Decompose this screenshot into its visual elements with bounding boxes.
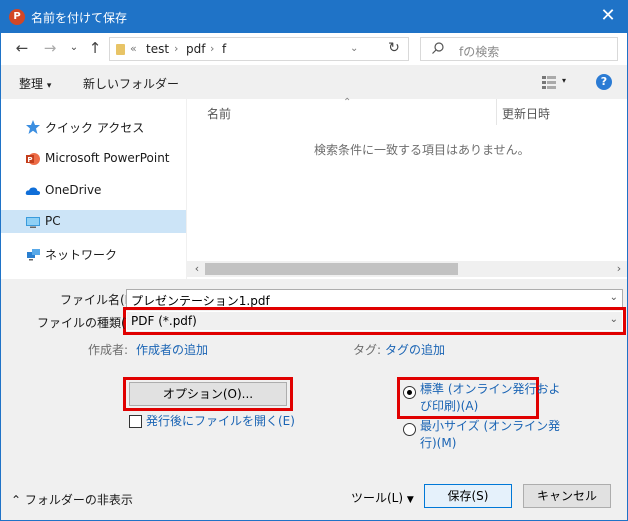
breadcrumb-separator-icon[interactable]: › [174,42,178,55]
navigation-pane: クイック アクセス P Microsoft PowerPoint OneDriv… [1,99,187,279]
column-header-date[interactable]: 更新日時 [502,105,550,122]
browser-pane: クイック アクセス P Microsoft PowerPoint OneDriv… [1,97,627,279]
nav-item-powerpoint[interactable]: P Microsoft PowerPoint [1,147,186,170]
star-icon [26,120,40,134]
breadcrumb-f[interactable]: f [222,42,226,56]
empty-list-message: 検索条件に一致する項目はありません。 [314,143,530,157]
column-header-name[interactable]: 名前 [207,105,231,122]
optimize-standard-label-line2[interactable]: び印刷)(A) [420,398,478,414]
optimize-minimum-label-line1[interactable]: 最小サイズ (オンライン発 [420,418,560,434]
window-title: 名前を付けて保存 [31,11,128,25]
filetype-value: PDF (*.pdf) [131,314,197,328]
filetype-select[interactable]: PDF (*.pdf) ⌄ [126,311,623,331]
open-after-publish-label[interactable]: 発行後にファイルを開く(E) [146,413,295,429]
computer-icon [26,217,40,228]
nav-item-network[interactable]: ネットワーク [1,242,186,265]
nav-label: Microsoft PowerPoint [45,151,170,165]
search-box[interactable]: fの検索 [420,37,618,61]
search-placeholder: fの検索 [459,45,500,59]
breadcrumb-pdf[interactable]: pdf [186,42,205,56]
cancel-button[interactable]: キャンセル [523,484,611,508]
breadcrumb-test[interactable]: test [146,42,169,56]
address-dropdown-icon[interactable]: ⌄ [350,43,358,54]
title-bar: P 名前を付けて保存 ✕ [1,1,627,33]
new-folder-button[interactable]: 新しいフォルダー [83,75,179,92]
command-bar: 整理 ▾ 新しいフォルダー ▾ ? [1,65,627,99]
forward-arrow-icon[interactable]: → [41,39,59,57]
file-list: ⌃ 名前 更新日時 検索条件に一致する項目はありません。 ‹ › [187,97,627,279]
view-options-icon[interactable] [541,74,557,90]
folder-icon [116,44,125,55]
filename-dropdown-icon[interactable]: ⌄ [610,292,618,303]
scrollbar-thumb[interactable] [205,263,458,275]
optimize-minimum-label-line2[interactable]: 行)(M) [420,435,456,451]
address-overflow[interactable]: « [130,42,137,55]
filetype-dropdown-icon[interactable]: ⌄ [610,314,618,325]
nav-item-quick-access[interactable]: クイック アクセス [1,115,186,138]
optimize-minimum-radio[interactable] [403,423,416,436]
navigation-bar: ← → ⌄ ↑ « test › pdf › f ⌄ ↻ fの検索 [1,33,627,65]
address-bar[interactable]: « test › pdf › f ⌄ [109,37,409,61]
nav-item-onedrive[interactable]: OneDrive [1,179,186,202]
sort-caret-icon: ⌃ [343,97,352,108]
add-author-link[interactable]: 作成者の追加 [136,341,208,358]
powerpoint-app-icon: P [9,9,25,25]
options-button[interactable]: オプション(O)... [129,382,287,406]
scroll-right-icon[interactable]: › [611,261,627,277]
save-button[interactable]: 保存(S) [424,484,512,508]
hide-folders-toggle[interactable]: ⌃ フォルダーの非表示 [11,491,133,508]
horizontal-scrollbar[interactable]: ‹ › [187,261,627,277]
back-arrow-icon[interactable]: ← [13,39,31,57]
up-arrow-icon[interactable]: ↑ [86,39,104,57]
optimize-standard-label-line1[interactable]: 標準 (オンライン発行およ [420,381,561,397]
powerpoint-icon: P [26,153,40,165]
scroll-left-icon[interactable]: ‹ [189,261,205,277]
cloud-icon [25,187,41,195]
tags-label: タグ: [353,343,382,357]
recent-locations-chevron-icon[interactable]: ⌄ [65,39,83,57]
tools-dropdown-icon: ▼ [406,495,414,505]
view-dropdown-icon[interactable]: ▾ [562,76,566,85]
breadcrumb-separator-icon[interactable]: › [210,42,214,55]
close-button[interactable]: ✕ [597,5,619,27]
filename-field[interactable]: プレゼンテーション1.pdf ⌄ [126,289,623,309]
nav-item-pc[interactable]: PC [1,210,186,233]
organize-menu[interactable]: 整理 ▾ [19,75,51,92]
column-divider[interactable] [496,99,497,125]
search-icon [432,42,444,54]
help-icon[interactable]: ? [596,74,612,90]
nav-label: ネットワーク [45,248,118,262]
nav-label: PC [45,214,61,228]
nav-label: クイック アクセス [45,121,145,135]
nav-label: OneDrive [45,183,102,197]
save-as-dialog: P 名前を付けて保存 ✕ ← → ⌄ ↑ « test › pdf › f ⌄ … [0,0,628,521]
add-tags-link[interactable]: タグの追加 [385,341,445,358]
chevron-up-icon: ⌃ [11,493,22,507]
open-after-publish-checkbox[interactable] [129,415,142,428]
network-icon [27,249,40,261]
svg-text:P: P [27,156,32,164]
author-label: 作成者: [88,343,129,357]
tools-menu[interactable]: ツール(L) ▼ [351,489,414,506]
refresh-icon[interactable]: ↻ [384,40,404,60]
optimize-standard-radio[interactable] [403,386,416,399]
